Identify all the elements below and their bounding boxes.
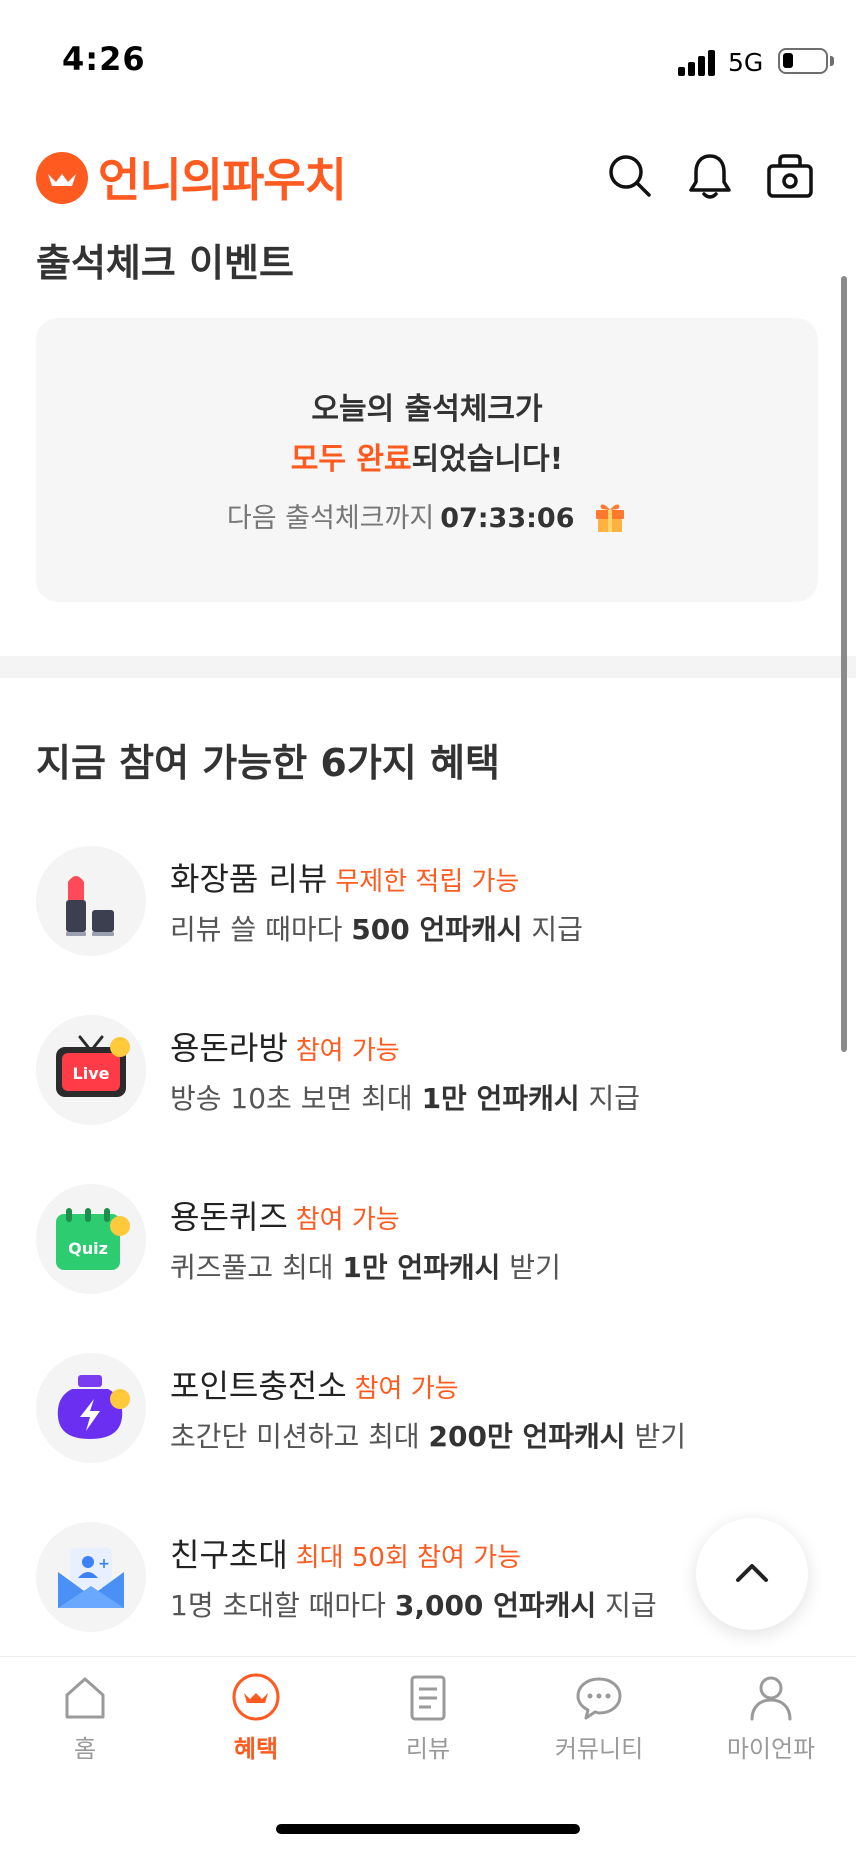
home-indicator [276,1824,580,1834]
benefit-desc-pre: 방송 10초 보면 최대 [170,1082,422,1115]
nav-label-my: 마이언파 [726,1735,816,1763]
battery-icon [778,48,828,74]
attendance-complete-rest: 되었습니다! [411,442,564,477]
nav-item-benefit[interactable]: 혜택 [191,1671,321,1781]
benefit-desc-invite: 1명 초대할 때마다 3,000 언파캐시 지급 [170,1584,657,1624]
benefit-tag: 참여 가능 [354,1374,459,1404]
network-type: 5G [728,48,764,77]
battery-level [783,53,793,68]
nav-label-home: 홈 [73,1735,97,1763]
logo-icon [36,152,88,204]
chat-bubble-icon [576,1677,622,1720]
benefit-desc-post: 지급 [596,1589,657,1622]
nav-label-benefit: 혜택 [233,1735,279,1763]
benefit-desc-live: 방송 10초 보면 최대 1만 언파캐시 지급 [170,1077,640,1117]
attendance-message-line2: 모두 완료되었습니다! [36,434,818,478]
nav-item-review[interactable]: 리뷰 [363,1671,493,1781]
benefit-title: 친구초대 [170,1536,288,1574]
home-icon [65,1677,105,1719]
benefit-title: 포인트충전소 [170,1367,347,1405]
live-tv-icon: Live [36,1015,146,1125]
benefit-desc-quiz: 퀴즈풀고 최대 1만 언파캐시 받기 [170,1246,561,1286]
attendance-card: 오늘의 출석체크가 모두 완료되었습니다! 다음 출석체크까지 07:33:06 [36,318,818,602]
benefit-title: 용돈라방 [170,1029,288,1067]
benefit-desc-post: 지급 [579,1082,641,1115]
nav-label-community: 커뮤니티 [554,1735,644,1763]
attendance-complete-highlight: 모두 완료 [290,442,412,477]
benefit-reward: 3,000 언파캐시 [394,1589,597,1622]
nav-item-home[interactable]: 홈 [20,1671,150,1781]
review-doc-icon [410,1675,446,1721]
benefit-tag: 무제한 적립 가능 [335,867,520,897]
quiz-calendar-icon: Quiz [36,1184,146,1294]
bell-icon[interactable] [682,148,738,204]
benefit-tag: 참여 가능 [295,1205,400,1235]
benefit-desc-pre: 1명 초대할 때마다 [170,1589,395,1622]
benefit-title: 화장품 리뷰 [170,860,328,898]
benefit-item-review[interactable]: 화장품 리뷰 무제한 적립 가능 리뷰 쓸 때마다 500 언파캐시 지급 [0,846,856,976]
status-bar: 4:26 5G [0,0,856,120]
benefit-item-live[interactable]: Live 용돈라방 참여 가능 방송 10초 보면 최대 1만 언파캐시 지급 [0,1015,856,1145]
benefit-desc-pre: 퀴즈풀고 최대 [170,1251,343,1284]
pouch-bag-icon[interactable] [762,148,818,204]
benefit-desc-pre: 리뷰 쓸 때마다 [170,913,352,946]
benefit-title: 용돈퀴즈 [170,1198,288,1236]
profile-icon [750,1676,792,1721]
benefit-item-quiz[interactable]: Quiz 용돈퀴즈 참여 가능 퀴즈풀고 최대 1만 언파캐시 받기 [0,1184,856,1314]
benefit-reward: 1만 언파캐시 [342,1251,501,1284]
benefit-reward: 500 언파캐시 [351,913,523,946]
svg-text:Live: Live [73,1064,110,1083]
benefit-desc-post: 지급 [522,913,583,946]
benefit-reward: 200만 언파캐시 [428,1420,626,1453]
invite-envelope-icon: + [36,1522,146,1632]
next-attendance-label: 다음 출석체크까지 [226,503,435,534]
section-divider [0,656,856,678]
scroll-top-button[interactable] [696,1518,808,1630]
benefit-desc-post: 받기 [500,1251,561,1284]
status-time: 4:26 [62,40,146,78]
benefits-section-title: 지금 참여 가능한 6가지 혜택 [36,741,500,785]
attendance-section-title: 출석체크 이벤트 [36,241,294,285]
chevron-up-icon [736,1564,768,1582]
benefit-item-charge[interactable]: 포인트충전소 참여 가능 초간단 미션하고 최대 200만 언파캐시 받기 [0,1353,856,1483]
search-icon[interactable] [602,148,658,204]
benefit-reward: 1만 언파캐시 [421,1082,580,1115]
gift-icon [593,497,627,540]
nav-label-review: 리뷰 [405,1735,451,1763]
app-header: 언니의파우치 [0,130,856,220]
attendance-message-line1: 오늘의 출석체크가 [311,392,543,427]
benefit-tag: 최대 50회 참여 가능 [295,1543,522,1573]
svg-text:Quiz: Quiz [68,1239,108,1258]
scrollbar[interactable] [841,276,847,1052]
nav-item-community[interactable]: 커뮤니티 [534,1671,664,1781]
svg-text:+: + [98,1556,110,1572]
countdown-timer: 07:33:06 [440,503,575,534]
benefit-name-charge: 포인트충전소 참여 가능 [170,1361,459,1407]
lipstick-icon [36,846,146,956]
nav-item-my[interactable]: 마이언파 [706,1671,836,1781]
benefit-desc-pre: 초간단 미션하고 최대 [170,1420,429,1453]
benefit-logo-icon [232,1673,280,1721]
charge-bottle-icon [36,1353,146,1463]
benefit-name-live: 용돈라방 참여 가능 [170,1023,400,1069]
app-logo-text: 언니의파우치 [98,153,347,207]
benefit-desc-charge: 초간단 미션하고 최대 200만 언파캐시 받기 [170,1415,686,1455]
battery-tip [830,56,834,66]
benefit-name-invite: 친구초대 최대 50회 참여 가능 [170,1530,521,1576]
benefit-desc-review: 리뷰 쓸 때마다 500 언파캐시 지급 [170,908,583,948]
benefit-tag: 참여 가능 [295,1036,400,1066]
benefit-desc-post: 받기 [625,1420,686,1453]
benefit-name-quiz: 용돈퀴즈 참여 가능 [170,1192,400,1238]
attendance-next: 다음 출석체크까지 07:33:06 [36,496,818,540]
signal-icon [678,50,718,76]
benefit-name-review: 화장품 리뷰 무제한 적립 가능 [170,854,519,900]
